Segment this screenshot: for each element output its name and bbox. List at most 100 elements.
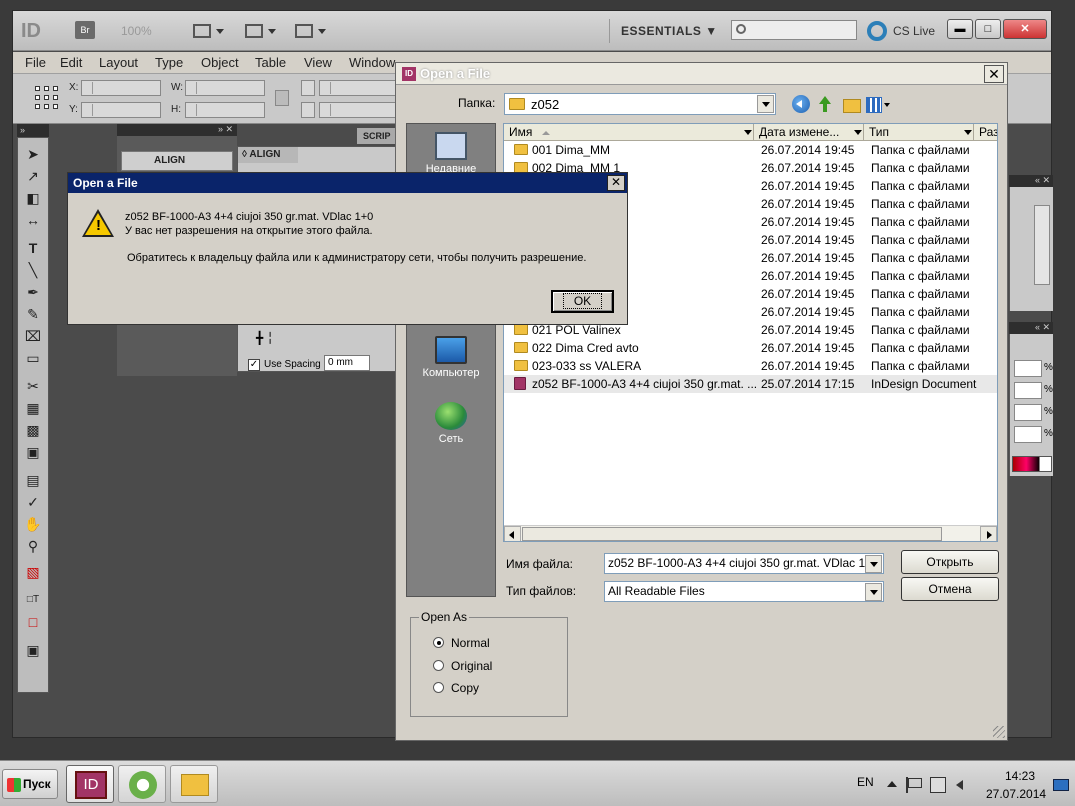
hand-tool-icon[interactable]: ✋ [22,514,44,534]
w-field[interactable] [185,80,265,96]
distribute-spacing-icon[interactable]: ╋ ╎ [256,331,302,347]
color-k-field[interactable] [1014,426,1042,443]
bridge-button[interactable]: Br [75,21,95,39]
page-tool-icon[interactable]: ◧ [22,188,44,208]
rectangle-tool-icon[interactable]: ▭ [22,348,44,368]
chevron-down-icon[interactable] [962,124,973,140]
views-menu-icon[interactable] [866,95,892,113]
panel-dock-header[interactable]: » ✕ [117,124,237,136]
menu-object[interactable]: Object [201,55,239,70]
taskbar-coreldraw[interactable] [118,765,166,803]
place-computer[interactable]: Компьютер [407,336,495,379]
gradient-swatch-tool-icon[interactable]: ▩ [22,420,44,440]
file-row[interactable]: 022 Dima Cred avto 26.07.2014 19:45 Папка … [504,339,997,357]
maximize-button[interactable]: □ [975,19,1001,39]
menu-file[interactable]: File [25,55,46,70]
new-folder-icon[interactable] [842,95,861,113]
type-tool-icon[interactable]: T [22,238,44,258]
x-field[interactable] [81,80,161,96]
taskbar-indesign[interactable]: ID [66,765,114,803]
horizontal-scrollbar[interactable] [504,525,997,541]
direct-selection-tool-icon[interactable]: ↗ [22,166,44,186]
spacing-field[interactable]: 0 mm [324,355,370,371]
chevron-down-icon[interactable] [865,583,882,601]
rectangle-frame-tool-icon[interactable]: ⌧ [22,326,44,346]
apply-none-icon[interactable]: □ [22,612,44,632]
zoom-level[interactable]: 100% [121,21,171,41]
free-transform-tool-icon[interactable]: ▦ [22,398,44,418]
filetype-dropdown[interactable]: All Readable Files [604,581,884,602]
align-panel-button[interactable]: ALIGN [121,151,233,171]
cs-live-icon[interactable] [867,21,887,41]
constrain-proportions-icon[interactable] [275,90,289,106]
error-title-bar[interactable]: Open a File ✕ [68,173,627,193]
menu-edit[interactable]: Edit [60,55,82,70]
use-spacing-checkbox[interactable]: ✓ Use Spacing [248,357,321,371]
eyedropper-tool-icon[interactable]: ✓ [22,492,44,512]
menu-view[interactable]: View [304,55,332,70]
column-size[interactable]: Раз [974,124,997,141]
open-as-normal-radio[interactable]: Normal [433,636,490,650]
close-window-button[interactable]: ✕ [1003,19,1047,39]
show-hidden-icons-icon[interactable] [884,777,900,793]
file-row[interactable]: z052 BF-1000-A3 4+4 ciujoi 350 gr.mat. .… [504,375,997,393]
open-as-copy-radio[interactable]: Copy [433,681,479,695]
menu-table[interactable]: Table [255,55,286,70]
help-search-input[interactable] [731,20,857,40]
zoom-tool-icon[interactable]: ⚲ [22,536,44,556]
scale-y-field[interactable] [319,102,399,118]
line-tool-icon[interactable]: ╲ [22,260,44,280]
scroll-left-button[interactable] [504,526,521,541]
show-desktop-icon[interactable] [1053,779,1069,791]
color-m-field[interactable] [1014,382,1042,399]
menu-window[interactable]: Window [349,55,395,70]
color-y-field[interactable] [1014,404,1042,421]
dialog-close-button[interactable]: ✕ [984,65,1004,83]
place-network[interactable]: Сеть [407,402,495,445]
menu-type[interactable]: Type [155,55,183,70]
clock-time[interactable]: 14:23 [998,769,1042,783]
reference-point-icon[interactable] [35,86,59,110]
formatting-affects-icon[interactable]: □T [22,590,44,610]
scissors-tool-icon[interactable]: ✂ [22,376,44,396]
cs-live-button[interactable]: CS Live [893,21,935,41]
file-row[interactable]: 023-033 ss VALERA 26.07.2014 19:45 Папка с… [504,357,997,375]
place-recent[interactable]: Недавние [407,132,495,175]
checkbox-checked[interactable]: ✓ [248,358,260,371]
chevron-down-icon[interactable] [852,124,863,140]
workspace-switcher[interactable]: ESSENTIALS ▼ [621,21,718,41]
note-tool-icon[interactable]: ▤ [22,470,44,490]
right-panel-header[interactable]: « ✕ [1009,175,1053,187]
ok-button[interactable]: OK [551,290,614,313]
panel-scrollbar[interactable] [1034,205,1050,285]
scroll-thumb[interactable] [522,527,942,541]
swatches-panel-header[interactable]: « ✕ [1009,322,1053,334]
h-field[interactable] [185,102,265,118]
color-c-field[interactable] [1014,360,1042,377]
scroll-right-button[interactable] [980,526,997,541]
chevron-down-icon[interactable] [757,95,774,113]
screen-mode-button[interactable] [245,21,281,41]
view-options-button[interactable] [193,21,229,41]
column-name[interactable]: Имя [504,124,754,141]
gap-tool-icon[interactable]: ↔ [22,210,44,230]
pencil-tool-icon[interactable]: ✎ [22,304,44,324]
taskbar-explorer[interactable] [170,765,218,803]
file-row[interactable]: 001 Dima_MM 26.07.2014 19:45 Папка с файла… [504,141,997,159]
pen-tool-icon[interactable]: ✒ [22,282,44,302]
resize-grip[interactable] [993,726,1005,738]
error-close-button[interactable]: ✕ [607,175,625,191]
column-type[interactable]: Тип [864,124,974,141]
screen-mode-icon[interactable]: ▣ [22,640,44,660]
minimize-button[interactable]: ▬ [947,19,973,39]
dialog-title-bar[interactable]: ID Open a File ✕ [396,63,1007,85]
action-center-flag-icon[interactable] [906,777,922,793]
open-as-original-radio[interactable]: Original [433,659,492,673]
cancel-button[interactable]: Отмена [901,577,999,601]
column-date[interactable]: Дата измене... [754,124,864,141]
y-field[interactable] [81,102,161,118]
align-tab[interactable]: ◊ ALIGN [238,147,298,163]
fill-stroke-icon[interactable]: ▧ [22,562,44,582]
selection-tool-icon[interactable]: ➤ [22,144,44,164]
chevron-down-icon[interactable] [742,124,753,140]
